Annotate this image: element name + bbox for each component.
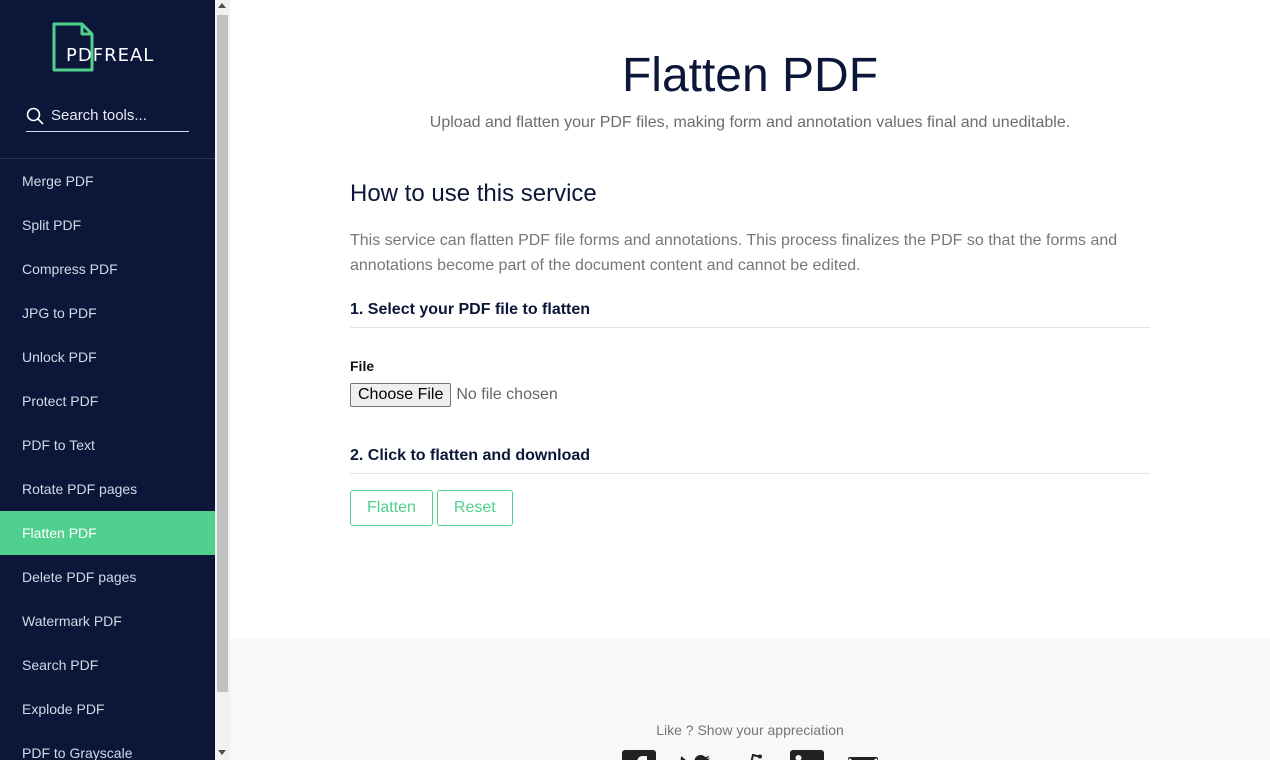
sidebar-item-jpg-to-pdf[interactable]: JPG to PDF [0, 291, 215, 335]
scrollbar-thumb[interactable] [217, 15, 228, 692]
twitter-icon[interactable] [678, 750, 712, 760]
sidebar-item-split-pdf[interactable]: Split PDF [0, 203, 215, 247]
sidebar-item-rotate-pdf-pages[interactable]: Rotate PDF pages [0, 467, 215, 511]
choose-file-button[interactable]: Choose File [350, 383, 452, 407]
email-icon[interactable] [846, 750, 880, 760]
sidebar-item-flatten-pdf[interactable]: Flatten PDF [0, 511, 215, 555]
step-1-header: 1. Select your PDF file to flatten [350, 301, 1150, 328]
appreciation-text: Like ? Show your appreciation [656, 722, 844, 738]
sidebar-scrollbar[interactable] [215, 0, 230, 760]
sidebar-item-merge-pdf[interactable]: Merge PDF [0, 159, 215, 203]
sidebar-item-protect-pdf[interactable]: Protect PDF [0, 379, 215, 423]
step-2-header: 2. Click to flatten and download [350, 447, 1150, 474]
sidebar-item-compress-pdf[interactable]: Compress PDF [0, 247, 215, 291]
sidebar-item-pdf-to-text[interactable]: PDF to Text [0, 423, 215, 467]
sidebar-item-explode-pdf[interactable]: Explode PDF [0, 687, 215, 731]
sidebar-item-pdf-to-grayscale[interactable]: PDF to Grayscale [0, 731, 215, 760]
reddit-icon[interactable] [734, 750, 768, 760]
sidebar-item-delete-pdf-pages[interactable]: Delete PDF pages [0, 555, 215, 599]
sidebar-item-unlock-pdf[interactable]: Unlock PDF [0, 335, 215, 379]
logo-text: PDFREAL [66, 45, 155, 66]
search-icon [26, 107, 44, 124]
step-1-title: 1. Select your PDF file to flatten [350, 301, 1150, 328]
no-file-text: No file chosen [456, 386, 558, 403]
service-section: How to use this service This service can… [350, 180, 1150, 526]
footer: Like ? Show your appreciation [230, 638, 1270, 760]
main-content: Flatten PDF Upload and flatten your PDF … [230, 0, 1270, 760]
tool-nav: Merge PDF Split PDF Compress PDF JPG to … [0, 159, 215, 760]
sidebar-item-search-pdf[interactable]: Search PDF [0, 643, 215, 687]
search-input[interactable] [51, 107, 181, 124]
flatten-button[interactable]: Flatten [350, 490, 433, 526]
reset-button[interactable]: Reset [436, 490, 513, 526]
sidebar: PDFREAL Merge PDF Split PDF Compress PDF… [0, 0, 215, 760]
file-input[interactable]: Choose File No file chosen [350, 383, 558, 407]
social-links [622, 750, 880, 760]
service-description: This service can flatten PDF file forms … [350, 232, 1118, 274]
sidebar-item-watermark-pdf[interactable]: Watermark PDF [0, 599, 215, 643]
logo[interactable]: PDFREAL [52, 22, 153, 72]
scroll-up-arrow-icon[interactable] [218, 3, 226, 8]
action-buttons: Flatten Reset [350, 490, 513, 526]
linkedin-icon[interactable] [790, 750, 824, 760]
search-box [26, 100, 189, 132]
page-title: Flatten PDF [621, 49, 879, 102]
step-2-title: 2. Click to flatten and download [350, 447, 1150, 474]
how-to-title: How to use this service [350, 180, 597, 207]
file-label: File [350, 358, 375, 374]
page-subtitle: Upload and flatten your PDF files, makin… [429, 114, 1071, 131]
scroll-down-arrow-icon[interactable] [218, 750, 226, 755]
facebook-icon[interactable] [622, 750, 656, 760]
